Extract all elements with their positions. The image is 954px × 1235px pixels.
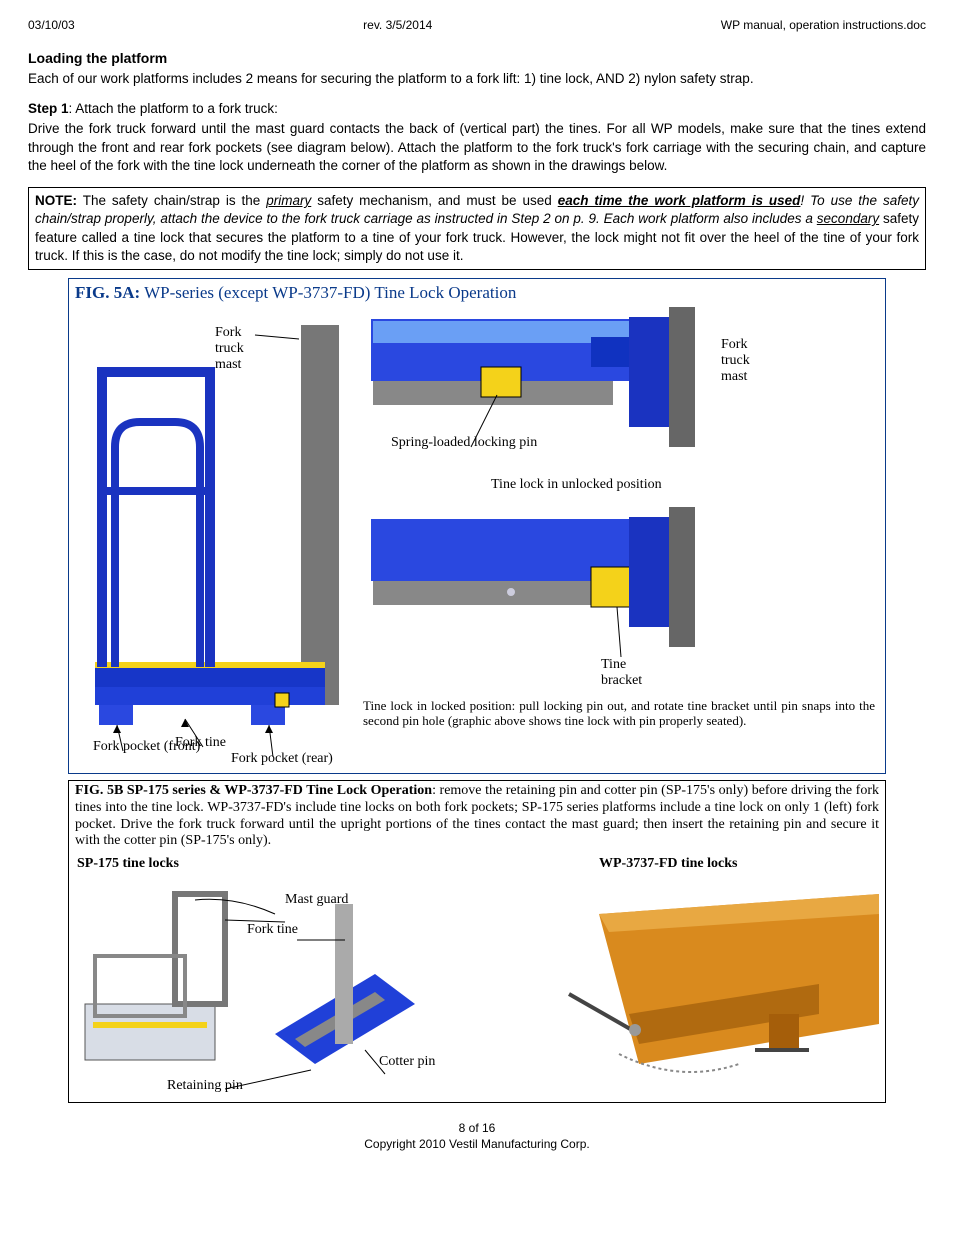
step1-rest: : Attach the platform to a fork truck:	[69, 101, 278, 116]
note-t1: The safety chain/strap is the	[77, 193, 266, 208]
step1-body: Drive the fork truck forward until the m…	[28, 120, 926, 175]
label-fork-truck-mast-left: Forktruckmast	[215, 325, 244, 373]
header-center: rev. 3/5/2014	[363, 18, 432, 32]
label-fork-tine-5b: Fork tine	[247, 922, 298, 938]
label-locked-caption: Tine lock in locked position: pull locki…	[363, 699, 875, 729]
fig5b-text: FIG. 5B SP-175 series & WP-3737-FD Tine …	[75, 783, 879, 850]
note-box: NOTE: The safety chain/strap is the prim…	[28, 187, 926, 270]
fig5a-right-bottom	[361, 507, 781, 667]
page-number: 8 of 16	[28, 1121, 926, 1137]
label-retaining-pin: Retaining pin	[167, 1078, 243, 1094]
header-left: 03/10/03	[28, 18, 75, 32]
wp3737-diagram	[559, 874, 879, 1094]
step1-label: Step 1	[28, 101, 69, 116]
header-right: WP manual, operation instructions.doc	[721, 18, 926, 32]
section-title: Loading the platform	[28, 50, 926, 66]
intro-paragraph: Each of our work platforms includes 2 me…	[28, 70, 926, 88]
figure-5a-title: FIG. 5A: WP-series (except WP-3737-FD) T…	[69, 279, 885, 307]
label-cotter-pin: Cotter pin	[379, 1054, 435, 1070]
step1-heading: Step 1: Attach the platform to a fork tr…	[28, 100, 926, 118]
label-fork-pocket-rear: Fork pocket (rear)	[231, 751, 333, 767]
label-spring-pin: Spring-loaded locking pin	[391, 435, 537, 451]
copyright: Copyright 2010 Vestil Manufacturing Corp…	[28, 1137, 926, 1153]
label-tine-bracket: Tinebracket	[601, 657, 642, 689]
fig5a-title-bold: FIG. 5A:	[75, 283, 140, 302]
fig5b-title-bold: FIG. 5B SP-175 series & WP-3737-FD Tine …	[75, 783, 432, 798]
note-t2: safety mechanism, and must be used	[311, 193, 557, 208]
label-unlocked: Tine lock in unlocked position	[491, 477, 662, 493]
label-fork-truck-mast-right1: Forktruckmast	[721, 337, 750, 385]
wp-label: WP-3737-FD tine locks	[599, 856, 737, 872]
label-fork-tine: Fork tine	[175, 735, 226, 751]
sp175-label: SP-175 tine locks	[77, 856, 179, 872]
figure-5a: FIG. 5A: WP-series (except WP-3737-FD) T…	[68, 278, 886, 774]
note-secondary: secondary	[817, 211, 879, 226]
note-label: NOTE:	[35, 193, 77, 208]
fig5a-title-rest: WP-series (except WP-3737-FD) Tine Lock …	[140, 283, 516, 302]
note-primary: primary	[266, 193, 311, 208]
fig5a-left-diagram	[75, 307, 355, 767]
page-footer: 8 of 16 Copyright 2010 Vestil Manufactur…	[28, 1121, 926, 1152]
note-eachtime: each time the work platform is used	[558, 193, 801, 208]
figure-5b: FIG. 5B SP-175 series & WP-3737-FD Tine …	[68, 780, 886, 1103]
page-header: 03/10/03 rev. 3/5/2014 WP manual, operat…	[28, 18, 926, 32]
label-mast-guard: Mast guard	[285, 892, 348, 908]
